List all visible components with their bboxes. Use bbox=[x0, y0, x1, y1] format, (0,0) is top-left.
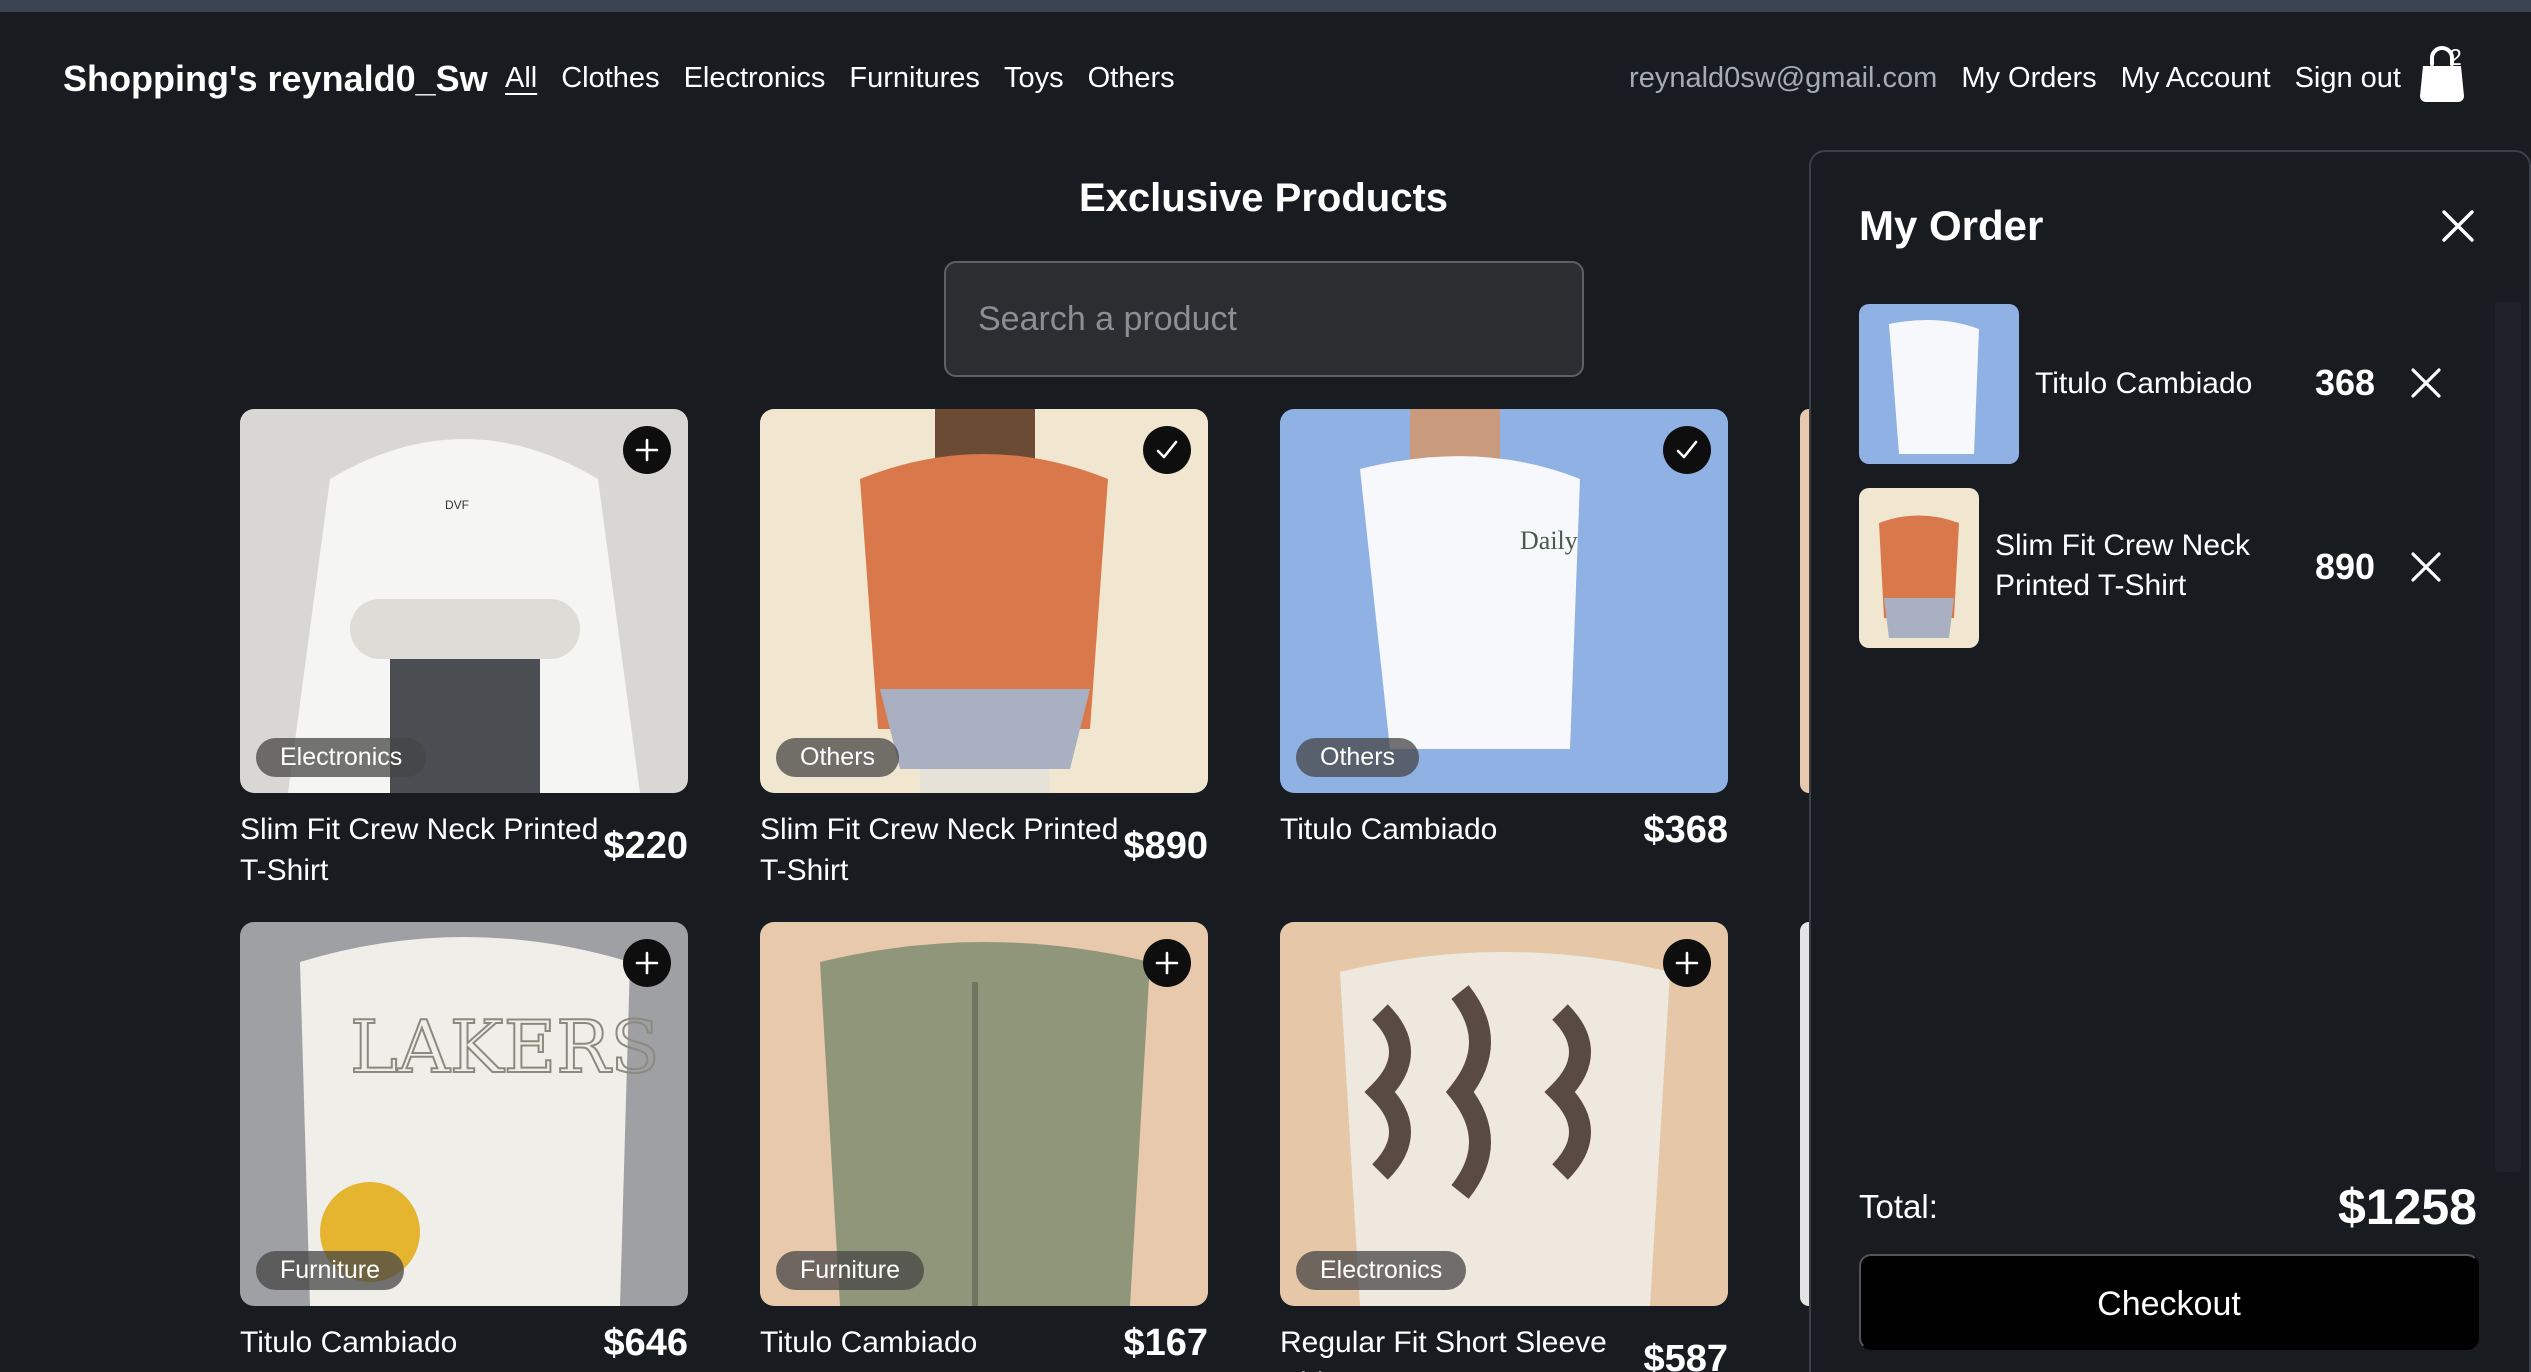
cart-count-badge: 2 bbox=[2449, 44, 2462, 70]
check-icon bbox=[1676, 440, 1698, 459]
product-photo: LAKERS bbox=[240, 922, 688, 1306]
plus-icon bbox=[635, 951, 659, 975]
product-price: $587 bbox=[1643, 1338, 1728, 1372]
account-nav: reynald0sw@gmail.com My Orders My Accoun… bbox=[1629, 62, 2401, 95]
order-item-title: Slim Fit Crew Neck Printed T-Shirt bbox=[1995, 529, 2251, 602]
product-price: $646 bbox=[603, 1322, 688, 1364]
check-icon bbox=[1156, 440, 1178, 459]
product-image[interactable]: DVF Electronics bbox=[240, 409, 688, 793]
order-item-price: 890 bbox=[2315, 546, 2376, 587]
plus-icon bbox=[1675, 951, 1699, 975]
product-info: Slim Fit Crew Neck Printed T-Shirt $890 bbox=[760, 809, 1208, 889]
product-image[interactable]: Daily Others bbox=[1280, 409, 1728, 793]
my-account-link[interactable]: My Account bbox=[2121, 62, 2271, 95]
order-item-price: 368 bbox=[2315, 362, 2376, 403]
category-badge: Electronics bbox=[1296, 1251, 1467, 1290]
svg-text:Daily: Daily bbox=[1520, 526, 1578, 555]
product-info: Titulo Cambiado $646 bbox=[240, 1322, 688, 1372]
added-to-cart-button[interactable] bbox=[1663, 426, 1711, 474]
nav-category-all[interactable]: All bbox=[505, 62, 537, 95]
order-item-thumbnail bbox=[1859, 304, 2019, 464]
product-photo bbox=[760, 409, 1208, 793]
category-nav: All Clothes Electronics Furnitures Toys … bbox=[505, 62, 1175, 95]
product-image[interactable]: Electronics bbox=[1280, 922, 1728, 1306]
product-info: Regular Fit Short Sleeve Shirt $587 bbox=[1280, 1322, 1728, 1372]
window-top-bar bbox=[0, 0, 2531, 12]
nav-category-clothes[interactable]: Clothes bbox=[561, 62, 659, 95]
product-price: $890 bbox=[1123, 825, 1208, 867]
product-info: Slim Fit Crew Neck Printed T-Shirt $220 bbox=[240, 809, 688, 889]
order-item-title: Titulo Cambiado bbox=[2035, 367, 2253, 400]
plus-icon bbox=[1155, 951, 1179, 975]
product-photo: DVF bbox=[240, 409, 688, 793]
nav-category-toys[interactable]: Toys bbox=[1004, 62, 1064, 95]
product-photo bbox=[760, 922, 1208, 1306]
add-to-cart-button[interactable] bbox=[1663, 939, 1711, 987]
nav-category-electronics[interactable]: Electronics bbox=[684, 62, 826, 95]
plus-icon bbox=[635, 438, 659, 462]
checkout-button[interactable]: Checkout bbox=[1859, 1254, 2479, 1350]
product-title: Titulo Cambiado bbox=[1280, 813, 1498, 846]
total-value: $1258 bbox=[2337, 1179, 2477, 1235]
close-icon[interactable] bbox=[2439, 207, 2477, 245]
product-card[interactable]: LAKERS Furniture Titulo Cambiado $646 bbox=[240, 922, 688, 1372]
total-label: Total: bbox=[1859, 1188, 1938, 1225]
product-photo bbox=[1280, 922, 1728, 1306]
add-to-cart-button[interactable] bbox=[623, 939, 671, 987]
nav-category-others[interactable]: Others bbox=[1088, 62, 1175, 95]
my-orders-link[interactable]: My Orders bbox=[1961, 62, 2096, 95]
product-title: Slim Fit Crew Neck Printed T-Shirt bbox=[240, 813, 599, 887]
page: Shopping's reynald0_Sw All Clothes Elect… bbox=[0, 0, 2531, 1372]
navbar: Shopping's reynald0_Sw All Clothes Elect… bbox=[0, 12, 2531, 150]
nav-category-furnitures[interactable]: Furnitures bbox=[849, 62, 980, 95]
order-item: Titulo Cambiado 368 bbox=[1859, 304, 2441, 464]
product-card[interactable]: DVF Electronics Slim Fit Crew Neck Print… bbox=[240, 409, 688, 889]
order-item-thumbnail bbox=[1859, 488, 1979, 648]
search-input[interactable] bbox=[944, 261, 1584, 377]
product-card-partial bbox=[1800, 922, 1809, 1306]
close-icon[interactable] bbox=[2409, 366, 2443, 400]
add-to-cart-button[interactable] bbox=[623, 426, 671, 474]
svg-text:LAKERS: LAKERS bbox=[350, 1005, 660, 1089]
added-to-cart-button[interactable] bbox=[1143, 426, 1191, 474]
product-title: Titulo Cambiado bbox=[760, 1326, 978, 1359]
product-price: $220 bbox=[603, 825, 688, 867]
add-to-cart-button[interactable] bbox=[1143, 939, 1191, 987]
product-card[interactable]: Furniture Titulo Cambiado $167 bbox=[760, 922, 1208, 1372]
sign-out-link[interactable]: Sign out bbox=[2295, 62, 2401, 95]
category-badge: Furniture bbox=[256, 1251, 405, 1290]
product-title: Titulo Cambiado bbox=[240, 1326, 458, 1359]
product-info: Titulo Cambiado $167 bbox=[760, 1322, 1208, 1372]
product-photo: Daily bbox=[1280, 409, 1728, 793]
product-price: $167 bbox=[1123, 1322, 1208, 1364]
close-icon[interactable] bbox=[2409, 550, 2443, 584]
product-card[interactable]: Electronics Regular Fit Short Sleeve Shi… bbox=[1280, 922, 1728, 1372]
brand-logo[interactable]: Shopping's reynald0_Sw bbox=[63, 58, 488, 100]
category-badge: Others bbox=[1296, 738, 1420, 777]
order-side-panel: My Order Titulo Cambiado 368 Slim Fit Cr… bbox=[1809, 150, 2531, 1372]
user-email: reynald0sw@gmail.com bbox=[1629, 62, 1938, 94]
product-card[interactable]: Others Slim Fit Crew Neck Printed T-Shir… bbox=[760, 409, 1208, 889]
product-title: Slim Fit Crew Neck Printed T-Shirt bbox=[760, 813, 1119, 887]
panel-scrollbar[interactable] bbox=[2495, 302, 2521, 1172]
product-image[interactable]: LAKERS Furniture bbox=[240, 922, 688, 1306]
product-card-partial bbox=[1800, 409, 1809, 793]
product-title: Regular Fit Short Sleeve Shirt bbox=[1280, 1326, 1607, 1372]
panel-title: My Order bbox=[1859, 202, 2044, 249]
category-badge: Furniture bbox=[776, 1251, 925, 1290]
product-price: $368 bbox=[1643, 809, 1728, 851]
product-image[interactable]: Others bbox=[760, 409, 1208, 793]
product-info: Titulo Cambiado $368 bbox=[1280, 809, 1728, 889]
order-item: Slim Fit Crew Neck Printed T-Shirt 890 bbox=[1859, 488, 2441, 648]
product-card[interactable]: Daily Others Titulo Cambiado $368 bbox=[1280, 409, 1728, 889]
product-image[interactable]: Furniture bbox=[760, 922, 1208, 1306]
svg-text:DVF: DVF bbox=[445, 498, 469, 512]
category-badge: Others bbox=[776, 738, 900, 777]
category-badge: Electronics bbox=[256, 738, 427, 777]
